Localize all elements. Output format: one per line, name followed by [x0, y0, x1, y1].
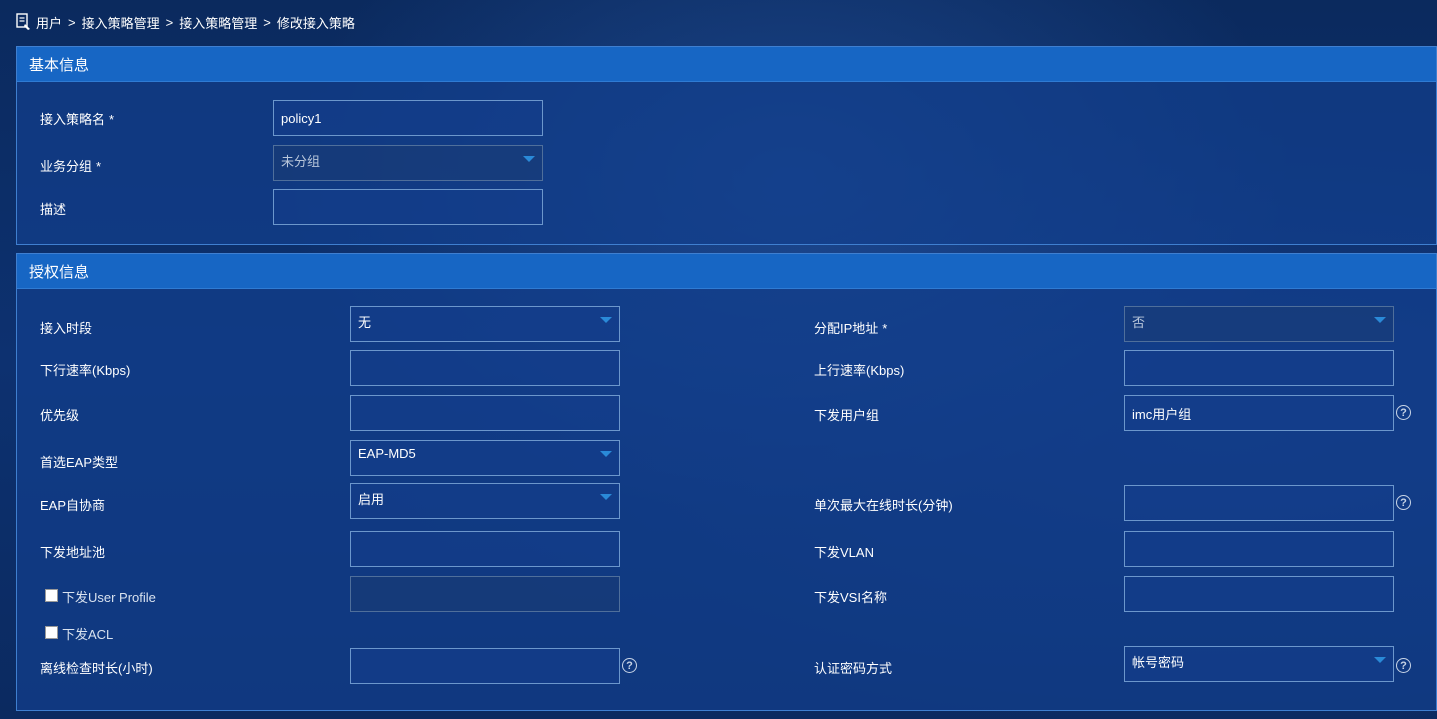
access-period-label: 接入时段 [40, 321, 93, 336]
vlan-label: 下发VLAN [814, 545, 874, 560]
down-rate-label: 下行速率(Kbps) [40, 363, 131, 378]
breadcrumb-item-access-policy-mgmt-2[interactable]: 接入策略管理 [179, 13, 257, 32]
eap-type-select[interactable]: EAP-MD5 [350, 440, 620, 476]
auth-info-panel: 授权信息 接入时段 无 分配IP地址 * 否 下行速率(Kbps) 上行速率(Kb… [16, 253, 1437, 711]
eap-nego-label: EAP自协商 [40, 498, 106, 513]
breadcrumb: 用户 > 接入策略管理 > 接入策略管理 > 修改接入策略 [16, 12, 355, 32]
group-label: 业务分组 * [40, 159, 102, 174]
group-select[interactable]: 未分组 [273, 145, 543, 181]
offline-check-help-icon[interactable]: ? [622, 658, 637, 673]
assign-ip-label: 分配IP地址 * [814, 321, 888, 336]
pwd-method-label: 认证密码方式 [814, 661, 893, 676]
breadcrumb-separator: > [68, 14, 76, 30]
max-online-input[interactable] [1124, 485, 1394, 521]
offline-check-label: 离线检查时长(小时) [40, 661, 153, 676]
offline-check-input[interactable] [350, 648, 620, 684]
eap-type-label: 首选EAP类型 [40, 455, 119, 470]
basic-info-title: 基本信息 [29, 56, 90, 74]
access-period-select[interactable]: 无 [350, 306, 620, 342]
priority-label: 优先级 [40, 408, 80, 423]
breadcrumb-item-user[interactable]: 用户 [36, 13, 62, 32]
policy-name-input[interactable]: policy1 [273, 100, 543, 136]
desc-label: 描述 [40, 202, 67, 217]
caret-down-icon [600, 451, 612, 457]
breadcrumb-separator: > [165, 14, 174, 30]
caret-down-icon [523, 156, 535, 162]
basic-info-panel: 基本信息 接入策略名 * policy1 业务分组 * 未分组 描述 [16, 46, 1437, 245]
pwd-method-help-icon[interactable]: ? [1396, 658, 1411, 673]
caret-down-icon [600, 317, 612, 323]
acl-label: 下发ACL [62, 627, 114, 642]
breadcrumb-item-access-policy-mgmt[interactable]: 接入策略管理 [82, 13, 160, 32]
user-profile-label: 下发User Profile [62, 590, 156, 605]
addr-pool-label: 下发地址池 [40, 545, 106, 560]
user-group-help-icon[interactable]: ? [1396, 405, 1411, 420]
priority-input[interactable] [350, 395, 620, 431]
auth-info-title: 授权信息 [29, 263, 90, 281]
policy-name-label: 接入策略名 * [40, 112, 115, 127]
user-group-label: 下发用户组 [814, 408, 880, 423]
user-manage-icon [16, 13, 32, 31]
max-online-help-icon[interactable]: ? [1396, 495, 1411, 510]
caret-down-icon [1374, 657, 1386, 663]
user-profile-input[interactable] [350, 576, 620, 612]
eap-nego-select[interactable]: 启用 [350, 483, 620, 519]
vlan-input[interactable] [1124, 531, 1394, 567]
breadcrumb-separator: > [263, 14, 271, 30]
up-rate-label: 上行速率(Kbps) [814, 363, 905, 378]
pwd-method-select[interactable]: 帐号密码 [1124, 646, 1394, 682]
max-online-label: 单次最大在线时长(分钟) [814, 498, 953, 513]
basic-info-header: 基本信息 [17, 47, 1436, 82]
up-rate-input[interactable] [1124, 350, 1394, 386]
desc-input[interactable] [273, 189, 543, 225]
down-rate-input[interactable] [350, 350, 620, 386]
assign-ip-select[interactable]: 否 [1124, 306, 1394, 342]
caret-down-icon [600, 494, 612, 500]
user-group-input[interactable]: imc用户组 [1124, 395, 1394, 431]
vsi-label: 下发VSI名称 [814, 590, 887, 605]
user-profile-checkbox[interactable] [45, 589, 58, 602]
breadcrumb-item-current: 修改接入策略 [276, 15, 355, 31]
caret-down-icon [1374, 317, 1386, 323]
auth-info-header: 授权信息 [17, 254, 1436, 289]
addr-pool-input[interactable] [350, 531, 620, 567]
acl-checkbox[interactable] [45, 626, 58, 639]
vsi-input[interactable] [1124, 576, 1394, 612]
